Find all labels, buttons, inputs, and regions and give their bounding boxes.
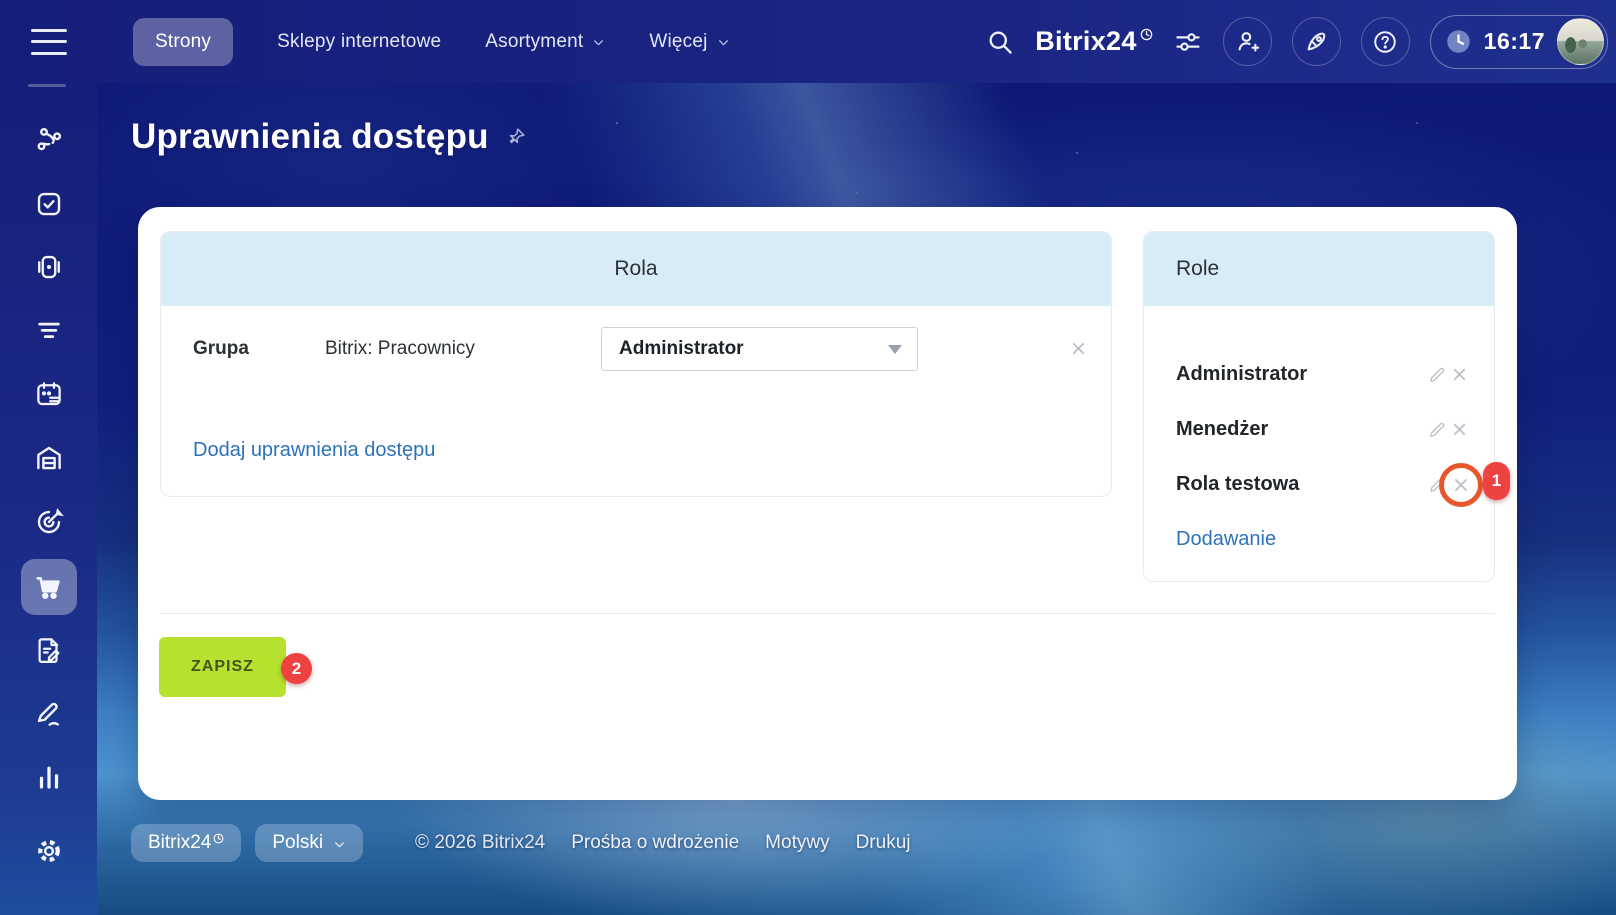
document-sign-icon bbox=[34, 635, 64, 665]
chevron-down-icon bbox=[592, 36, 605, 49]
analytics-chart-icon bbox=[34, 762, 64, 792]
language-selector[interactable]: Polski bbox=[255, 824, 363, 862]
panel-header-rola: Rola bbox=[161, 232, 1111, 306]
clock-icon bbox=[1445, 28, 1472, 55]
sidebar-item-settings[interactable] bbox=[21, 823, 77, 879]
clock-badge-icon bbox=[213, 833, 224, 844]
marketing-target-icon bbox=[34, 507, 64, 537]
nav-tab-strony[interactable]: Strony bbox=[133, 18, 233, 66]
bitrix24-logo[interactable]: Bitrix24 bbox=[1035, 26, 1152, 57]
role-select-value: Administrator bbox=[619, 338, 744, 360]
messenger-icon bbox=[34, 252, 64, 282]
sidebar-item-collaboration[interactable] bbox=[21, 112, 77, 168]
collaboration-icon bbox=[34, 125, 64, 155]
delete-role-icon[interactable] bbox=[1450, 365, 1469, 384]
sidebar-item-messenger[interactable] bbox=[21, 239, 77, 295]
sidebar-item-sign[interactable] bbox=[21, 686, 77, 742]
role-select[interactable]: Administrator bbox=[601, 327, 918, 371]
delete-role-icon[interactable] bbox=[1450, 420, 1469, 439]
tutorial-step-badge-1: 1 bbox=[1483, 462, 1510, 500]
footer-link-implementation[interactable]: Prośba o wdrożenie bbox=[571, 832, 739, 854]
pin-page-icon[interactable] bbox=[505, 126, 527, 148]
nav-tab-asortyment[interactable]: Asortyment bbox=[485, 31, 605, 53]
footer-link-themes[interactable]: Motywy bbox=[765, 832, 829, 854]
role-row-rola-testowa: Rola testowa 1 bbox=[1144, 458, 1494, 513]
settings-gear-icon bbox=[34, 836, 64, 866]
left-sidebar bbox=[0, 83, 97, 915]
search-icon[interactable] bbox=[985, 27, 1015, 57]
nav-tab-sklepy-internetowe[interactable]: Sklepy internetowe bbox=[277, 31, 441, 53]
main-content: Uprawnienia dostępu Rola Grupa Bitrix: P… bbox=[97, 83, 1616, 915]
shop-cart-icon bbox=[34, 572, 64, 602]
edit-role-icon[interactable] bbox=[1428, 365, 1447, 384]
main-navigation: Strony Sklepy internetowe Asortyment Wię… bbox=[133, 18, 730, 66]
group-label: Grupa bbox=[193, 338, 249, 360]
crm-funnel-icon bbox=[34, 316, 64, 346]
calendar-icon bbox=[34, 379, 64, 409]
group-value: Bitrix: Pracownicy bbox=[325, 338, 475, 360]
worktime-widget[interactable]: 16:17 bbox=[1430, 15, 1608, 69]
role-row-menedzer: Menedżer bbox=[1144, 403, 1494, 458]
sidebar-item-documents[interactable] bbox=[21, 622, 77, 678]
role-row-administrator: Administrator bbox=[1144, 348, 1494, 403]
add-role-link[interactable]: Dodawanie bbox=[1176, 528, 1276, 551]
chevron-down-icon bbox=[333, 838, 346, 851]
warehouse-icon bbox=[34, 443, 64, 473]
edit-role-icon[interactable] bbox=[1428, 420, 1447, 439]
permissions-card: Rola Grupa Bitrix: Pracownicy Administra… bbox=[138, 207, 1517, 800]
sidebar-item-marketing[interactable] bbox=[21, 494, 77, 550]
help-icon[interactable] bbox=[1361, 17, 1410, 66]
page-footer: Bitrix24 Polski © 2026 Bitrix24 Prośba o… bbox=[131, 821, 910, 865]
clock-badge-icon bbox=[1140, 28, 1153, 41]
remove-permission-icon[interactable] bbox=[1069, 339, 1088, 358]
footer-brand-pill[interactable]: Bitrix24 bbox=[131, 824, 241, 862]
save-button[interactable]: ZAPISZ bbox=[159, 637, 286, 697]
footer-brand-label: Bitrix24 bbox=[148, 832, 211, 854]
chevron-down-icon bbox=[717, 36, 730, 49]
role-name: Menedżer bbox=[1176, 418, 1268, 441]
signature-pen-icon bbox=[34, 699, 64, 729]
sidebar-item-calendar[interactable] bbox=[21, 366, 77, 422]
access-permissions-panel: Rola Grupa Bitrix: Pracownicy Administra… bbox=[160, 231, 1112, 497]
delete-role-icon[interactable] bbox=[1451, 475, 1471, 495]
page-title: Uprawnienia dostępu bbox=[131, 117, 489, 157]
tutorial-step-badge-2: 2 bbox=[281, 653, 312, 684]
role-name: Rola testowa bbox=[1176, 473, 1299, 496]
panel-header-role: Role bbox=[1144, 232, 1494, 306]
roles-panel: Role Administrator Menedżer Rola testowa bbox=[1143, 231, 1495, 582]
select-arrow-icon bbox=[888, 345, 902, 354]
sidebar-item-warehouse[interactable] bbox=[21, 430, 77, 486]
card-divider bbox=[160, 613, 1495, 614]
sidebar-item-analytics[interactable] bbox=[21, 749, 77, 805]
sidebar-item-shop[interactable] bbox=[21, 559, 77, 615]
current-time: 16:17 bbox=[1484, 28, 1545, 55]
permission-row: Grupa Bitrix: Pracownicy Administrator bbox=[161, 306, 1111, 396]
panel-header-label: Role bbox=[1176, 257, 1219, 281]
add-permission-link[interactable]: Dodaj uprawnienia dostępu bbox=[193, 439, 435, 462]
footer-link-print[interactable]: Drukuj bbox=[856, 832, 911, 854]
sidebar-item-crm[interactable] bbox=[21, 303, 77, 359]
language-label: Polski bbox=[272, 832, 323, 854]
role-name: Administrator bbox=[1176, 363, 1307, 386]
sidebar-divider bbox=[28, 84, 66, 87]
tasks-icon bbox=[34, 189, 64, 219]
rocket-icon[interactable] bbox=[1292, 17, 1341, 66]
nav-tab-wiecej[interactable]: Więcej bbox=[649, 31, 729, 53]
panel-header-label: Rola bbox=[614, 257, 657, 281]
bitrix24-app: Strony Sklepy internetowe Asortyment Wię… bbox=[0, 0, 1616, 915]
user-avatar[interactable] bbox=[1557, 18, 1604, 65]
sidebar-item-tasks[interactable] bbox=[21, 176, 77, 232]
tutorial-highlight-ring bbox=[1439, 463, 1483, 507]
sliders-settings-icon[interactable] bbox=[1173, 27, 1203, 57]
copyright-text: © 2026 Bitrix24 bbox=[415, 832, 545, 854]
hamburger-menu-icon[interactable] bbox=[31, 29, 67, 55]
invite-user-icon[interactable] bbox=[1223, 17, 1272, 66]
top-bar: Strony Sklepy internetowe Asortyment Wię… bbox=[0, 0, 1616, 83]
